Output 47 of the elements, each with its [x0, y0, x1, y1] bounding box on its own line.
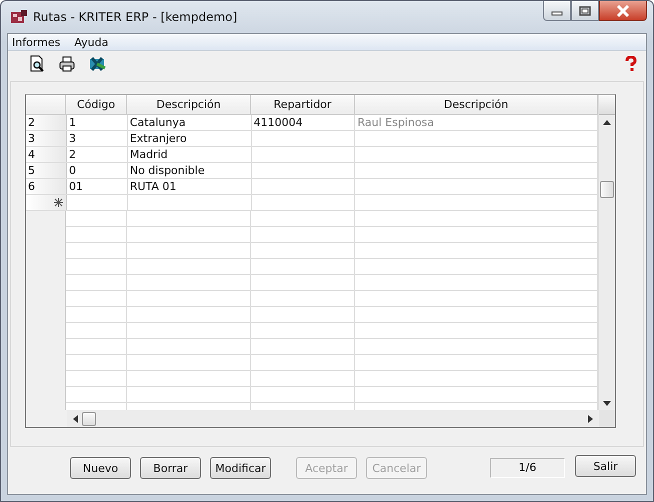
table-cell: Catalunya [128, 115, 252, 130]
preview-icon[interactable] [28, 55, 46, 73]
table-cell: 01 [66, 179, 128, 194]
minimize-button[interactable] [543, 1, 571, 21]
row-header[interactable]: 6 [26, 179, 67, 194]
menu-item[interactable]: Informes [12, 36, 60, 48]
table-cell: 3 [66, 131, 128, 146]
export-icon[interactable] [88, 55, 106, 73]
table-cell: 1 [66, 115, 128, 130]
menu-item[interactable]: Ayuda [74, 36, 108, 48]
row-header[interactable]: 3 [26, 131, 67, 146]
close-button[interactable] [599, 1, 647, 21]
column-header[interactable]: Repartidor [251, 95, 356, 114]
table-cell: Madrid [128, 147, 252, 162]
maximize-icon [579, 6, 591, 16]
table-cell: RUTA 01 [128, 179, 252, 194]
window-title: Rutas - KRITER ERP - [kempdemo] [33, 10, 238, 24]
header-corner [599, 95, 615, 115]
scroll-thumb[interactable] [600, 181, 614, 198]
scroll-thumb[interactable] [82, 412, 96, 426]
printer-icon[interactable] [58, 55, 76, 73]
new-row-icon [54, 198, 63, 207]
table-cell: 0 [66, 163, 128, 178]
vertical-scrollbar[interactable] [598, 95, 615, 410]
row-header[interactable]: 5 [26, 163, 67, 178]
action-button[interactable]: Nuevo [70, 457, 131, 479]
maximize-button[interactable] [571, 1, 599, 21]
row-header[interactable]: 2 [26, 115, 67, 130]
column-header[interactable]: Descripción [127, 95, 252, 114]
horizontal-scrollbar[interactable] [67, 410, 599, 427]
exit-button[interactable]: Salir [575, 455, 636, 477]
app-icon [11, 10, 27, 24]
table-cell: 2 [66, 147, 128, 162]
table-cell: No disponible [128, 163, 252, 178]
scrollbar-spacer [26, 410, 67, 427]
table-cell: 4110004 [252, 115, 356, 130]
action-button[interactable]: Modificar [210, 457, 271, 479]
table-cell: Extranjero [128, 131, 252, 146]
help-icon[interactable] [624, 56, 638, 72]
scroll-left-icon[interactable] [73, 414, 78, 422]
action-button[interactable]: Borrar [140, 457, 201, 479]
scroll-right-icon[interactable] [588, 414, 593, 422]
close-icon [616, 4, 630, 16]
record-counter: 1/6 [490, 458, 565, 478]
scrollbar-corner [599, 410, 615, 427]
column-header[interactable]: Código [66, 95, 128, 114]
row-header[interactable]: 4 [26, 147, 67, 162]
